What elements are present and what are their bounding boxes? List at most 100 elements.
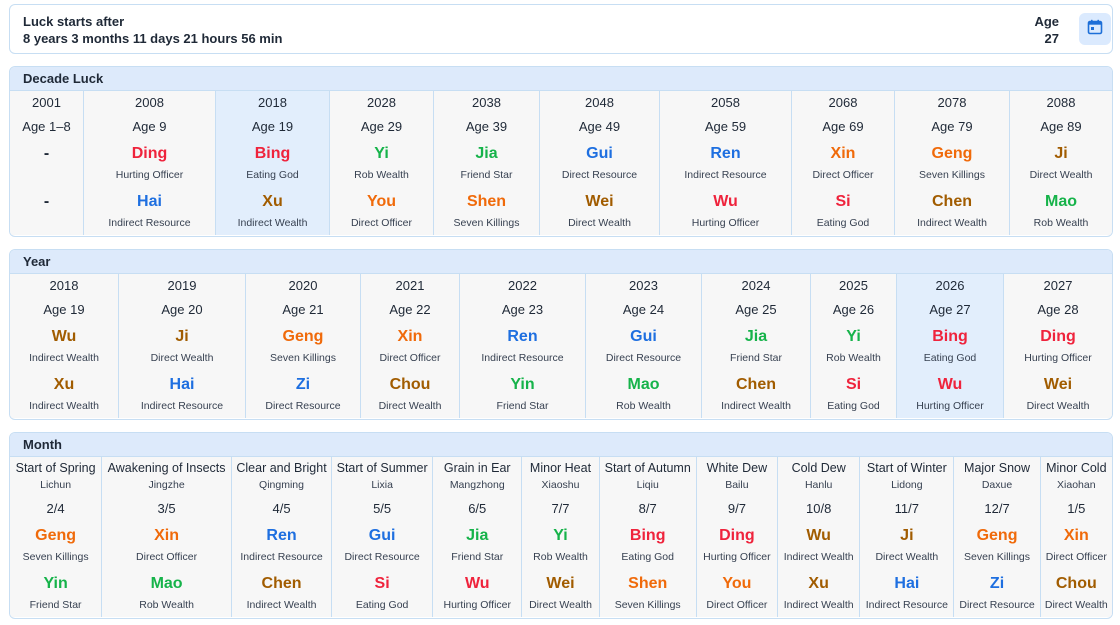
solar-term-name: Clear and Bright xyxy=(236,461,327,475)
month-column: Start of Autumn Liqiu 8/7 Bing Eating God She… xyxy=(599,457,697,617)
solar-term-name: Start of Autumn xyxy=(604,461,691,475)
earthly-branch: Mao xyxy=(150,575,183,592)
month-column: Minor Cold Xiaohan 1/5 Xin Direct Officer Cho… xyxy=(1040,457,1112,617)
year-title: Year xyxy=(10,250,1112,274)
column-year: 2027 xyxy=(1043,278,1073,293)
heavenly-stem: Ji xyxy=(175,328,189,345)
earthly-branch: Wu xyxy=(937,376,963,393)
branch-ten-god: Rob Wealth xyxy=(616,400,671,412)
column-year: 2025 xyxy=(839,278,868,293)
earthly-branch: Xu xyxy=(53,376,75,393)
earthly-branch: Chen xyxy=(932,193,972,210)
stem-ten-god: Seven Killings xyxy=(270,352,336,364)
column-year: 2022 xyxy=(508,278,537,293)
branch-ten-god: Indirect Resource xyxy=(108,217,191,229)
earthly-branch: Si xyxy=(845,376,862,393)
earthly-branch: Wei xyxy=(546,575,575,592)
column-year: 2068 xyxy=(828,95,858,110)
heavenly-stem: Jia xyxy=(744,328,768,345)
column-age: Age 39 xyxy=(465,119,508,134)
stem-ten-god: Seven Killings xyxy=(919,169,985,181)
branch-ten-god: Hurting Officer xyxy=(443,599,512,611)
solar-term-name: White Dew xyxy=(706,461,768,475)
decade-column: 2038 Age 39 Jia Friend Star Shen Seven Killin… xyxy=(434,91,540,235)
heavenly-stem: Ji xyxy=(1054,145,1068,162)
stem-ten-god: Friend Star xyxy=(460,169,513,181)
heavenly-stem: Yi xyxy=(374,145,389,162)
solar-term-name: Grain in Ear xyxy=(443,461,511,475)
decade-column: 2068 Age 69 Xin Direct Officer Si Eating God xyxy=(792,91,895,235)
heavenly-stem: Geng xyxy=(282,328,324,345)
earthly-branch: Hai xyxy=(137,193,162,210)
year-section: Year 2018 Age 19 Wu Indirect Wealth Xu Indire… xyxy=(9,249,1113,420)
heavenly-stem: Wu xyxy=(806,527,831,544)
age-label: Age xyxy=(1034,14,1059,29)
earthly-branch: Zi xyxy=(295,376,311,393)
solar-term-date: 4/5 xyxy=(272,501,291,516)
solar-term-name: Awakening of Insects xyxy=(107,461,226,475)
heavenly-stem: Xin xyxy=(1063,527,1089,544)
heavenly-stem: Geng xyxy=(931,145,973,162)
earthly-branch: Mao xyxy=(627,376,660,393)
column-age: Age 79 xyxy=(931,119,973,134)
column-age: Age 1–8 xyxy=(22,119,71,134)
solar-term-name: Major Snow xyxy=(964,461,1031,475)
earthly-branch: Shen xyxy=(466,193,507,210)
year-column: 2022 Age 23 Ren Indirect Resource Yin Friend … xyxy=(460,274,586,418)
calendar-button[interactable] xyxy=(1079,13,1111,45)
stem-ten-god: Direct Wealth xyxy=(875,551,939,563)
stem-ten-god: Indirect Wealth xyxy=(29,352,99,364)
solar-term-pinyin: Xiaoshu xyxy=(541,479,580,491)
year-column: 2024 Age 25 Jia Friend Star Chen Indirect Wea… xyxy=(702,274,811,418)
branch-ten-god: Seven Killings xyxy=(614,599,681,611)
column-year: 2023 xyxy=(629,278,658,293)
solar-term-pinyin: Bailu xyxy=(725,479,749,491)
branch-ten-god: Direct Wealth xyxy=(529,599,592,611)
column-year: 2038 xyxy=(472,95,501,110)
decade-luck-section: Decade Luck 2001 Age 1–8 - - 2008 Age 9 Ding Hu… xyxy=(9,66,1113,237)
year-column: 2021 Age 22 Xin Direct Officer Chou Direct We… xyxy=(361,274,460,418)
column-year: 2078 xyxy=(937,95,967,110)
branch-ten-god: Indirect Wealth xyxy=(783,599,854,611)
month-column: Awakening of Insects Jingzhe 3/5 Xin Direct … xyxy=(102,457,232,617)
stem-ten-god: Direct Resource xyxy=(605,352,682,364)
month-section: Month Start of Spring Lichun 2/4 Geng Seven … xyxy=(9,432,1113,619)
earthly-branch: Wu xyxy=(464,575,490,592)
earthly-branch: Xu xyxy=(262,193,283,210)
branch-ten-god: Hurting Officer xyxy=(916,400,984,412)
stem-ten-god: Direct Officer xyxy=(379,352,441,364)
column-age: Age 49 xyxy=(578,119,621,134)
solar-term-name: Start of Spring xyxy=(15,461,96,475)
decade-column: 2078 Age 79 Geng Seven Killings Chen Indirect… xyxy=(895,91,1010,235)
heavenly-stem: Geng xyxy=(35,527,77,544)
solar-term-date: 9/7 xyxy=(727,501,746,516)
stem-ten-god: Direct Wealth xyxy=(150,352,214,364)
decade-column: 2058 Age 59 Ren Indirect Resource Wu Hurting … xyxy=(660,91,792,235)
branch-ten-god: Indirect Resource xyxy=(140,400,224,412)
month-row: Start of Spring Lichun 2/4 Geng Seven Killin… xyxy=(10,457,1112,617)
calendar-icon xyxy=(1087,19,1103,40)
heavenly-stem: Gui xyxy=(630,328,657,345)
heavenly-stem: Ren xyxy=(710,145,741,162)
column-year: 2018 xyxy=(258,95,287,110)
earthly-branch: Xu xyxy=(808,575,829,592)
earthly-branch: You xyxy=(366,193,397,210)
column-year: 2026 xyxy=(935,278,965,293)
heavenly-stem: Xin xyxy=(154,527,180,544)
earthly-branch: Zi xyxy=(989,575,1005,592)
earthly-branch: Chen xyxy=(736,376,776,393)
heavenly-stem: Bing xyxy=(932,328,968,345)
earthly-branch: Yin xyxy=(43,575,68,592)
earthly-branch: Wei xyxy=(585,193,614,210)
month-column: Clear and Bright Qingming 4/5 Ren Indirect R… xyxy=(231,457,333,617)
year-row: 2018 Age 19 Wu Indirect Wealth Xu Indirect We… xyxy=(10,274,1112,418)
heavenly-stem: Jia xyxy=(475,145,498,162)
luck-start-header: Luck starts after 8 years 3 months 11 da… xyxy=(9,4,1113,54)
stem-ten-god: Indirect Resource xyxy=(684,169,767,181)
column-age: Age 59 xyxy=(704,119,747,134)
solar-term-pinyin: Mangzhong xyxy=(449,479,505,491)
luck-start-value: 8 years 3 months 11 days 21 hours 56 min xyxy=(23,31,283,46)
luck-start-label: Luck starts after xyxy=(23,14,125,29)
stem-ten-god: Friend Star xyxy=(451,551,504,563)
decade-column: 2028 Age 29 Yi Rob Wealth You Direct Officer xyxy=(330,91,434,235)
